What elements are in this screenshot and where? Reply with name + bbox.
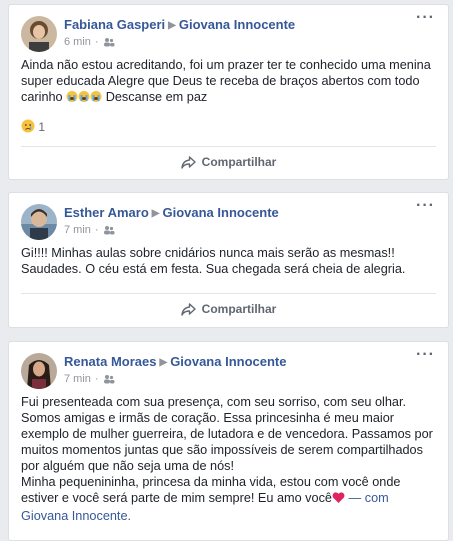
audience-friends-icon[interactable]: [103, 37, 115, 50]
avatar[interactable]: [21, 353, 57, 389]
more-options-icon[interactable]: ···: [416, 10, 436, 27]
post-header: Renata Moraes ▶ Giovana Innocente 7 min · ·…: [9, 342, 448, 394]
target-name[interactable]: Giovana Innocente: [162, 205, 278, 220]
target-name[interactable]: Giovana Innocente: [179, 17, 295, 32]
author-name[interactable]: Fabiana Gasperi: [64, 17, 165, 32]
post-meta: 6 min ·: [64, 36, 115, 50]
author-line: Esther Amaro ▶ Giovana Innocente: [64, 205, 279, 220]
audience-friends-icon[interactable]: [103, 374, 115, 387]
post-meta: 7 min ·: [64, 224, 115, 238]
author-line: Renata Moraes ▶ Giovana Innocente: [64, 354, 287, 369]
post-meta: 7 min ·: [64, 373, 115, 387]
heart-emoji-icon: [332, 492, 345, 508]
post-text: Ainda não estou acreditando, foi um praz…: [9, 57, 448, 107]
arrow-right-icon: ▶: [159, 357, 168, 368]
tagged-person-link[interactable]: Giovana Innocente.: [21, 509, 131, 523]
timestamp[interactable]: 7 min: [64, 373, 91, 385]
share-button[interactable]: Compartilhar: [21, 302, 436, 319]
reaction-count: 1: [38, 120, 46, 134]
author-name[interactable]: Esther Amaro: [64, 205, 149, 220]
post-card: Fabiana Gasperi ▶ Giovana Innocente 6 min ·…: [8, 4, 449, 180]
more-options-icon[interactable]: ···: [416, 198, 436, 215]
share-icon: [180, 156, 196, 172]
author-line: Fabiana Gasperi ▶ Giovana Innocente: [64, 17, 295, 32]
share-icon: [180, 303, 196, 319]
post-card: Esther Amaro ▶ Giovana Innocente 7 min · ··…: [8, 192, 449, 328]
share-button[interactable]: Compartilhar: [21, 155, 436, 172]
post-header: Esther Amaro ▶ Giovana Innocente 7 min · ··…: [9, 193, 448, 245]
action-bar: Compartilhar: [21, 146, 436, 181]
more-options-icon[interactable]: ···: [416, 347, 436, 364]
target-name[interactable]: Giovana Innocente: [170, 354, 286, 369]
avatar[interactable]: [21, 204, 57, 240]
sad-reaction-icon: [21, 119, 35, 136]
audience-friends-icon[interactable]: [103, 225, 115, 238]
post-text: Gi!!!! Minhas aulas sobre cnidários nunc…: [21, 246, 406, 276]
action-bar: Compartilhar: [21, 293, 436, 328]
post-text: Fui presenteada com sua presença, com se…: [21, 395, 433, 523]
author-name[interactable]: Renata Moraes: [64, 354, 156, 369]
post-header: Fabiana Gasperi ▶ Giovana Innocente 6 min ·…: [9, 5, 448, 57]
timestamp[interactable]: 6 min: [64, 36, 91, 48]
avatar[interactable]: [21, 16, 57, 52]
post-card: Renata Moraes ▶ Giovana Innocente 7 min · ·…: [8, 341, 449, 541]
timestamp[interactable]: 7 min: [64, 224, 91, 236]
arrow-right-icon: ▶: [151, 208, 160, 219]
arrow-right-icon: ▶: [168, 20, 176, 31]
reaction-summary[interactable]: 1: [21, 119, 45, 136]
crying-emoji-icon: [66, 90, 102, 107]
